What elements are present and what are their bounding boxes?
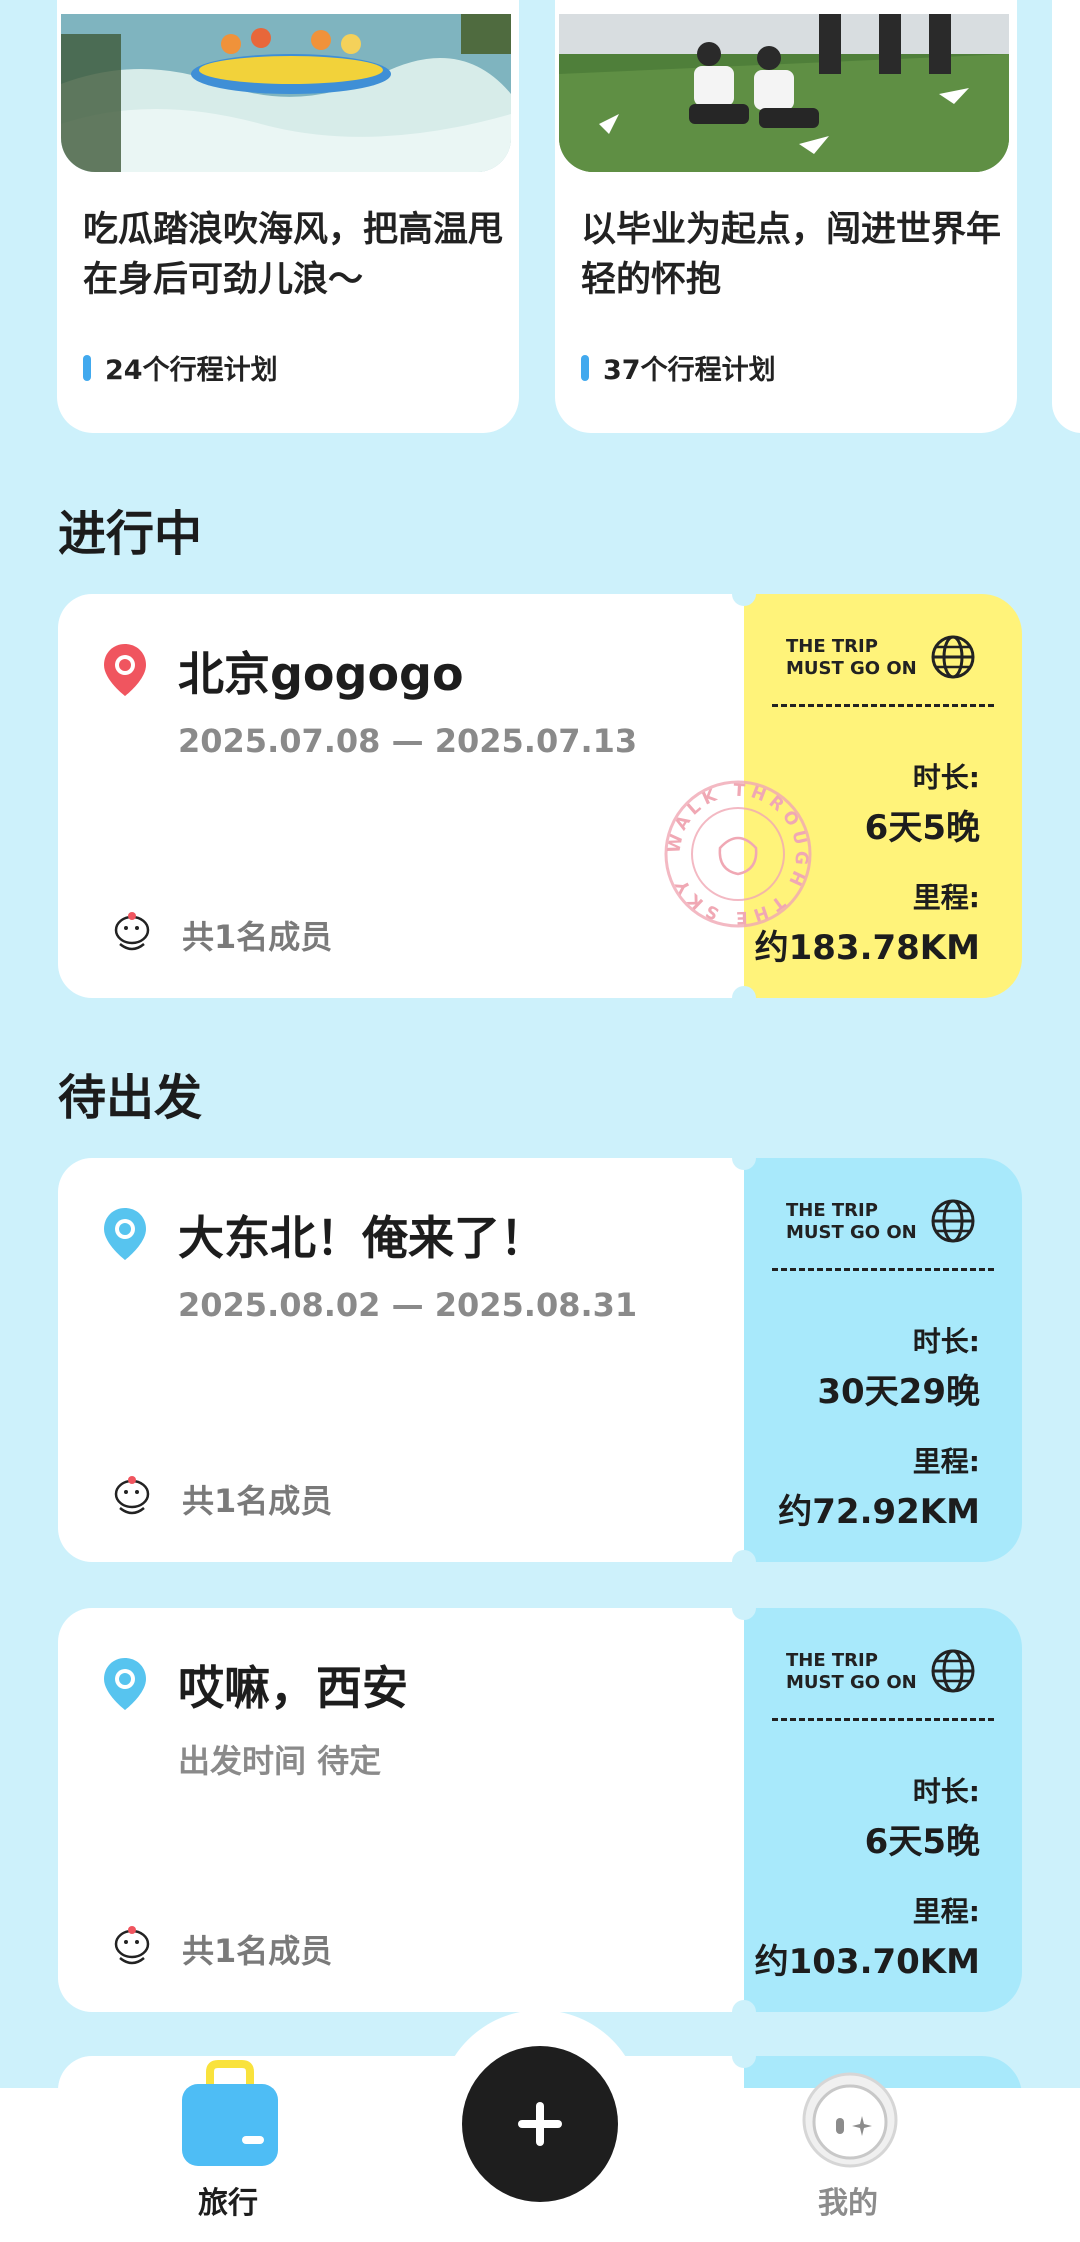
theme-title: 吃瓜踏浪吹海风，把高温甩在身后可劲儿浪～ <box>83 210 504 300</box>
trip-dates: 2025.08.02 — 2025.08.31 <box>178 1286 638 1324</box>
nav-label-travel: 旅行 <box>198 2186 258 2221</box>
member-avatar-icon <box>114 912 150 951</box>
duration-value: 6天5晚 <box>864 1822 980 1862</box>
location-pin-icon <box>104 1658 146 1710</box>
trip-dates: 出发时间 待定 <box>178 1742 382 1780</box>
duration-value: 30天29晚 <box>817 1372 980 1412</box>
ticket-notch <box>732 2000 756 2024</box>
ticket-tag: THE TRIP MUST GO ON <box>786 1650 917 1693</box>
ticket-tag: THE TRIP MUST GO ON <box>786 1200 917 1243</box>
duration-label: 时长: <box>912 761 980 794</box>
theme-photo-graduation <box>559 14 1009 172</box>
stamp-icon: WALK THROUGH THE SKY <box>664 780 812 928</box>
ticket-notch <box>732 582 756 606</box>
location-pin-icon <box>104 1208 146 1260</box>
theme-card-2[interactable]: 以毕业为起点，闯进世界年轻的怀抱 37个行程计划 <box>555 0 1017 433</box>
member-avatar-icon <box>114 1476 150 1515</box>
theme-photo-rafting <box>61 14 511 172</box>
ticket-divider <box>772 1718 994 1721</box>
nav-tab-travel[interactable]: 旅行 <box>170 2060 290 2230</box>
distance-value: 约72.92KM <box>778 1492 980 1532</box>
theme-card-1[interactable]: 吃瓜踏浪吹海风，把高温甩在身后可劲儿浪～ 24个行程计划 <box>57 0 519 433</box>
ticket-notch <box>732 1550 756 1574</box>
ticket-stub: THE TRIP MUST GO ON 时长: 6天5晚 里程: 约103.70K… <box>744 1608 1022 2012</box>
theme-plan-count: 24个行程计划 <box>83 348 278 387</box>
ticket-notch <box>732 1146 756 1170</box>
ticket-stub: THE TRIP MUST GO ON 时长: 30天29晚 里程: 约72.92… <box>744 1158 1022 1562</box>
trip-card-xian[interactable]: 哎嘛，西安 出发时间 待定 共1名成员 THE TRIP MUST GO ON 时… <box>58 1596 1022 2024</box>
distance-label: 里程: <box>912 881 980 914</box>
add-trip-button[interactable] <box>462 2046 618 2202</box>
member-count: 共1名成员 <box>182 918 333 956</box>
nav-tab-mine[interactable]: 我的 <box>790 2060 910 2230</box>
suitcase-icon <box>182 2060 278 2166</box>
trip-title: 大东北！俺来了！ <box>178 1211 546 1265</box>
duration-value: 6天5晚 <box>864 808 980 848</box>
trip-title: 哎嘛，西安 <box>178 1661 408 1715</box>
distance-label: 里程: <box>912 1445 980 1478</box>
section-title-upcoming: 待出发 <box>58 1070 203 1126</box>
ticket-notch <box>732 1596 756 1620</box>
globe-icon <box>931 635 975 679</box>
theme-card-peek[interactable] <box>1052 0 1080 433</box>
member-count: 共1名成员 <box>182 1482 333 1520</box>
profile-face-icon <box>802 2072 898 2168</box>
globe-icon <box>931 1649 975 1693</box>
trip-card-main: 大东北！俺来了！ 2025.08.02 — 2025.08.31 共1名成员 <box>58 1158 744 1562</box>
ticket-divider <box>772 704 994 707</box>
nav-label-mine: 我的 <box>818 2186 878 2221</box>
duration-label: 时长: <box>912 1775 980 1808</box>
ticket-notch <box>732 986 756 1010</box>
theme-plan-count: 37个行程计划 <box>581 348 776 387</box>
plus-icon <box>518 2102 562 2146</box>
duration-label: 时长: <box>912 1325 980 1358</box>
trip-card-beijing[interactable]: 北京gogogo 2025.07.08 — 2025.07.13 共1名成员 T… <box>58 582 1022 1010</box>
trip-title: 北京gogogo <box>178 647 464 701</box>
trip-card-main: 北京gogogo 2025.07.08 — 2025.07.13 共1名成员 <box>58 594 744 998</box>
distance-value: 约103.70KM <box>754 1942 980 1982</box>
distance-label: 里程: <box>912 1895 980 1928</box>
location-pin-icon <box>104 644 146 696</box>
section-title-ongoing: 进行中 <box>58 506 203 562</box>
trip-dates: 2025.07.08 — 2025.07.13 <box>178 722 638 760</box>
trip-card-dongbei[interactable]: 大东北！俺来了！ 2025.08.02 — 2025.08.31 共1名成员 T… <box>58 1146 1022 1574</box>
member-count: 共1名成员 <box>182 1932 333 1970</box>
theme-title: 以毕业为起点，闯进世界年轻的怀抱 <box>581 210 1002 300</box>
ticket-divider <box>772 1268 994 1271</box>
globe-icon <box>931 1199 975 1243</box>
trip-card-main: 哎嘛，西安 出发时间 待定 共1名成员 <box>58 1608 744 2012</box>
ticket-tag: THE TRIP MUST GO ON <box>786 636 917 679</box>
member-avatar-icon <box>114 1926 150 1965</box>
